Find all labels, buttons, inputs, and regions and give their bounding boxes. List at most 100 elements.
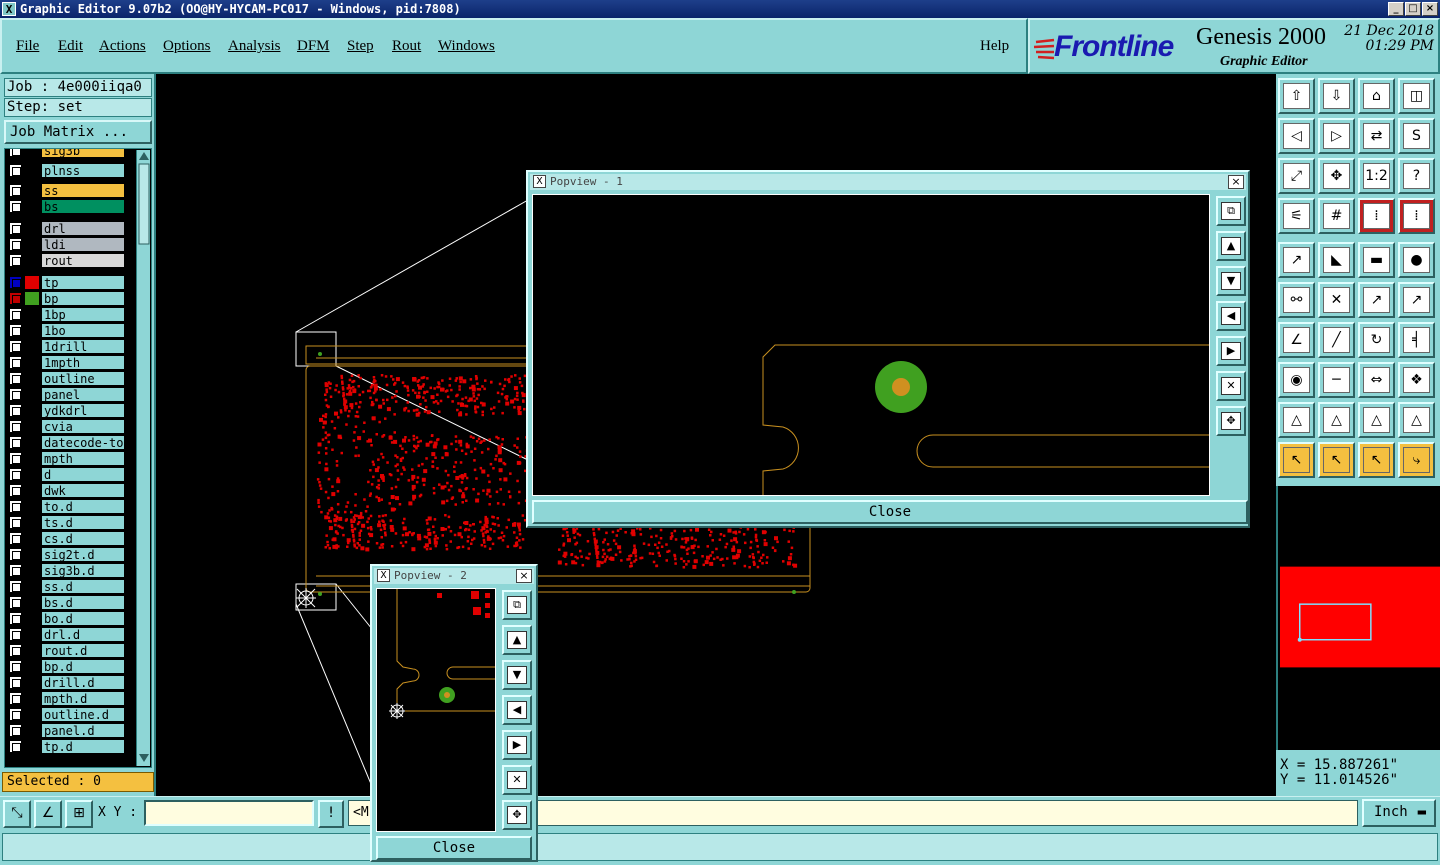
mirror-icon[interactable]: ⇄ — [1358, 118, 1395, 154]
line-split-icon[interactable]: ─ — [1318, 362, 1355, 398]
layer-name[interactable]: outline — [41, 371, 125, 386]
layer-name[interactable]: bp.d — [41, 659, 125, 674]
menu-edit[interactable]: Edit — [58, 38, 83, 55]
grid-mode-icon[interactable]: ⊞ — [65, 800, 93, 828]
layer-checkbox[interactable] — [9, 564, 22, 577]
layer-name[interactable]: cs.d — [41, 531, 125, 546]
layer-row-rout[interactable]: rout — [7, 253, 127, 268]
menu-rout[interactable]: Rout — [392, 38, 421, 55]
layer-checkbox[interactable] — [9, 580, 22, 593]
add-node-icon[interactable]: ↗ — [1398, 282, 1435, 318]
pv1-zoom-in-icon[interactable]: ✕ — [1216, 371, 1246, 401]
pv2-zoom-out-icon[interactable]: ✥ — [502, 800, 532, 830]
split-view-icon[interactable]: ◫ — [1398, 78, 1435, 114]
layer-row-plnss[interactable]: plnss — [7, 163, 127, 178]
menu-help[interactable]: Help — [980, 38, 1009, 55]
draw-line-icon[interactable]: ╱ — [1318, 322, 1355, 358]
triangle-mark-icon[interactable]: △ — [1398, 402, 1435, 438]
layer-checkbox[interactable] — [9, 500, 22, 513]
layer-name[interactable]: tp.d — [41, 739, 125, 754]
pad-select-icon[interactable]: ◉ — [1278, 362, 1315, 398]
layer-row-outline[interactable]: outline — [7, 371, 127, 386]
layer-row-bo-d[interactable]: bo.d — [7, 611, 127, 626]
rotate-icon[interactable]: ↻ — [1358, 322, 1395, 358]
pointer-icon[interactable]: ↖ — [1278, 442, 1315, 478]
minimize-button[interactable]: _ — [1388, 2, 1404, 16]
layer-name[interactable]: sig3b — [41, 149, 125, 158]
layer-row-tp[interactable]: tp — [7, 275, 127, 290]
delete-node-icon[interactable]: ✕ — [1318, 282, 1355, 318]
layer-name[interactable]: 1mpth — [41, 355, 125, 370]
pan-right-icon[interactable]: ▷ — [1318, 118, 1355, 154]
pv2-pan-right-icon[interactable]: ▶ — [502, 730, 532, 760]
layer-checkbox[interactable] — [9, 276, 22, 289]
layer-checkbox[interactable] — [9, 660, 22, 673]
layer-name[interactable]: to.d — [41, 499, 125, 514]
layer-checkbox[interactable] — [9, 356, 22, 369]
layer-name[interactable]: mpth.d — [41, 691, 125, 706]
layer-checkbox[interactable] — [9, 372, 22, 385]
layer-name[interactable]: ss — [41, 183, 125, 198]
layer-name[interactable]: outline.d — [41, 707, 125, 722]
layer-checkbox[interactable] — [9, 254, 22, 267]
layer-row-1bo[interactable]: 1bo — [7, 323, 127, 338]
layer-row-ss[interactable]: ss — [7, 183, 127, 198]
layer-checkbox[interactable] — [9, 740, 22, 753]
layer-name[interactable]: panel.d — [41, 723, 125, 738]
layer-row-drill-d[interactable]: drill.d — [7, 675, 127, 690]
layer-row-1mpth[interactable]: 1mpth — [7, 355, 127, 370]
popview-2-canvas[interactable] — [376, 588, 496, 832]
unit-selector[interactable]: Inch ▬ — [1362, 799, 1436, 827]
layer-checkbox[interactable] — [9, 200, 22, 213]
triangle-arc-icon[interactable]: △ — [1318, 402, 1355, 438]
select-box-icon[interactable]: ↖ — [1318, 442, 1355, 478]
layer-row-ydkdrl[interactable]: ydkdrl — [7, 403, 127, 418]
home-icon[interactable]: ⌂ — [1358, 78, 1395, 114]
layer-row-1drill[interactable]: 1drill — [7, 339, 127, 354]
layer-name[interactable]: sig3b.d — [41, 563, 125, 578]
layer-name[interactable]: plnss — [41, 163, 125, 178]
layer-checkbox[interactable] — [9, 532, 22, 545]
pv2-pan-up-icon[interactable]: ▲ — [502, 625, 532, 655]
help-icon[interactable]: ? — [1398, 158, 1435, 194]
layer-name[interactable]: sig2t.d — [41, 547, 125, 562]
layer-checkbox[interactable] — [9, 308, 22, 321]
zoom-fit-icon[interactable]: ⤢ — [1278, 158, 1315, 194]
layer-name[interactable]: 1drill — [41, 339, 125, 354]
route-icon[interactable]: ⤷ — [1398, 442, 1435, 478]
layer-checkbox[interactable] — [9, 222, 22, 235]
pv2-pan-down-icon[interactable]: ▼ — [502, 660, 532, 690]
info-button[interactable]: ! — [318, 800, 344, 828]
pv2-pan-left-icon[interactable]: ◀ — [502, 695, 532, 725]
layer-row-d[interactable]: d — [7, 467, 127, 482]
layer-row-outline-d[interactable]: outline.d — [7, 707, 127, 722]
layer-name[interactable]: bo.d — [41, 611, 125, 626]
layer-name[interactable]: rout.d — [41, 643, 125, 658]
layer-checkbox[interactable] — [9, 596, 22, 609]
close-window-button[interactable]: × — [1422, 2, 1438, 16]
layer-row-sig3b-d[interactable]: sig3b.d — [7, 563, 127, 578]
measure-tool-icon[interactable]: ⚟ — [1278, 198, 1315, 234]
layer-checkbox[interactable] — [9, 184, 22, 197]
layer-row-tp-d[interactable]: tp.d — [7, 739, 127, 754]
layer-name[interactable]: ss.d — [41, 579, 125, 594]
layer-name[interactable]: panel — [41, 387, 125, 402]
layer-row-panel-d[interactable]: panel.d — [7, 723, 127, 738]
popview-1-canvas[interactable] — [532, 194, 1210, 496]
layer-row-bp[interactable]: bp — [7, 291, 127, 306]
layer-name[interactable]: bp — [41, 291, 125, 306]
layer-row-mpth[interactable]: mpth — [7, 451, 127, 466]
layer-row-bs[interactable]: bs — [7, 199, 127, 214]
layer-name[interactable]: 1bo — [41, 323, 125, 338]
dimension-icon[interactable]: ⇔ — [1358, 362, 1395, 398]
menu-analysis[interactable]: Analysis — [228, 38, 281, 55]
layer-name[interactable]: drill.d — [41, 675, 125, 690]
layer-checkbox[interactable] — [9, 420, 22, 433]
move-node-icon[interactable]: ↗ — [1358, 282, 1395, 318]
triangle-line-icon[interactable]: △ — [1358, 402, 1395, 438]
layer-row-datecode-to[interactable]: datecode-to — [7, 435, 127, 450]
layer-checkbox[interactable] — [9, 340, 22, 353]
menu-step[interactable]: Step — [347, 38, 374, 55]
layer-name[interactable]: ldi — [41, 237, 125, 252]
layer-checkbox[interactable] — [9, 612, 22, 625]
